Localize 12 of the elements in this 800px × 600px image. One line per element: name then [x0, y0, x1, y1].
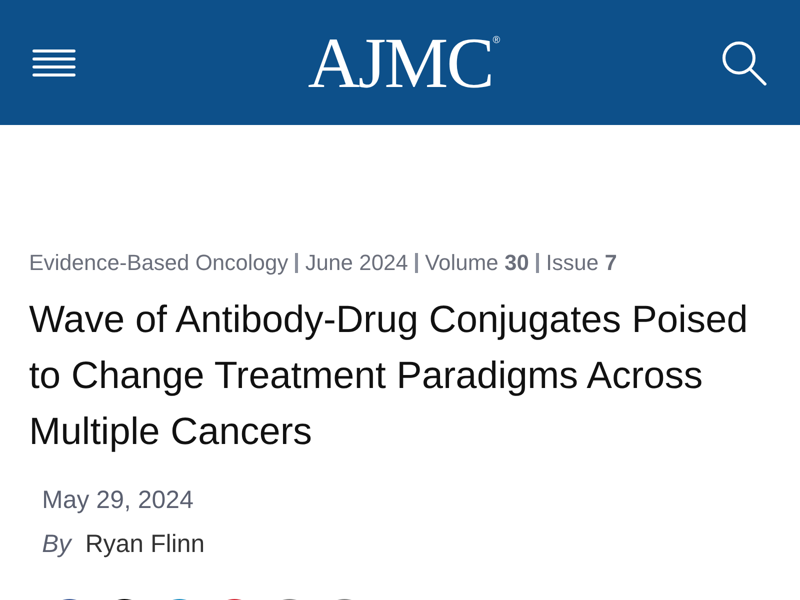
search-icon[interactable]: [720, 38, 768, 86]
author-name[interactable]: Ryan Flinn: [85, 526, 205, 563]
byline-label: By: [42, 528, 72, 560]
breadcrumb-link[interactable]: June 2024: [305, 252, 408, 274]
article-title: Wave of Antibody-Drug Conjugates Poised to Change Treatment Paradigms Across Multiple Cancers: [29, 298, 749, 455]
breadcrumb-link[interactable]: Evidence-Based Oncology: [29, 252, 288, 274]
registered-mark: ®: [492, 34, 500, 48]
publish-date: May 29, 2024: [42, 485, 194, 516]
breadcrumb-link[interactable]: Issue 7: [546, 252, 617, 274]
site-logo[interactable]: AJMC: [308, 26, 493, 98]
breadcrumb-link[interactable]: Volume 30: [425, 252, 530, 274]
menu-icon[interactable]: [32, 48, 76, 78]
